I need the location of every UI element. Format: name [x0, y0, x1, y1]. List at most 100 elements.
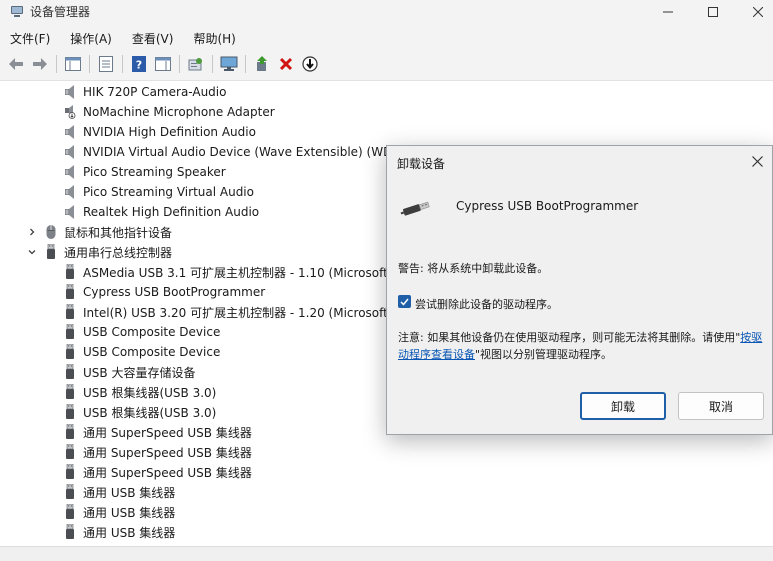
usb-icon [63, 264, 77, 280]
dialog-note: 注意: 如果其他设备仍在使用驱动程序，则可能无法将其删除。请使用"按驱动程序查看… [398, 329, 766, 363]
toolbar-separator [212, 55, 213, 73]
dialog-note-suffix: "视图以分别管理驱动程序。 [475, 348, 613, 361]
tree-item[interactable]: 通用 USB 集线器 [0, 522, 773, 542]
speaker-icon [63, 124, 77, 140]
menu-help[interactable]: 帮助(H) [183, 28, 245, 50]
tree-item-label: Pico Streaming Virtual Audio [83, 185, 254, 199]
view-monitor-button[interactable] [219, 54, 239, 74]
tree-item-label: Cypress USB BootProgrammer [83, 285, 266, 299]
toolbar-separator [56, 55, 57, 73]
forward-button[interactable] [30, 54, 50, 74]
tree-item[interactable]: 通用 USB 集线器 [0, 482, 773, 502]
usb-icon [63, 464, 77, 480]
usb-plug-icon [400, 196, 432, 220]
usb-icon [63, 384, 77, 400]
disable-device-icon [302, 56, 318, 72]
mouse-icon [44, 224, 58, 240]
tree-item-label: NoMachine Microphone Adapter [83, 105, 275, 119]
toolbar-separator [179, 55, 180, 73]
window-close-button[interactable] [735, 0, 773, 24]
tree-item-label: Pico Streaming Speaker [83, 165, 226, 179]
tree-item-label: 通用 USB 集线器 [83, 485, 176, 500]
monitor-icon [220, 56, 238, 71]
dialog-warning: 警告: 将从系统中卸载此设备。 [398, 262, 549, 275]
dialog-title: 卸载设备 [397, 157, 446, 171]
back-button[interactable] [6, 54, 26, 74]
uninstall-device-dialog: 卸载设备 Cypress USB BootProgrammer 警告: 将从系统… [386, 145, 773, 435]
uninstall-device-button[interactable] [276, 54, 296, 74]
device-manager-app-icon [10, 4, 24, 18]
update-driver-icon [257, 56, 267, 71]
minimize-icon [663, 11, 673, 13]
tree-item[interactable]: NVIDIA High Definition Audio [0, 122, 773, 142]
delete-driver-checkbox[interactable] [398, 295, 411, 308]
tree-item-label: 鼠标和其他指针设备 [64, 225, 173, 240]
toolbar-separator [122, 55, 123, 73]
tree-item-label: HIK 720P Camera-Audio [83, 85, 227, 99]
dialog-close-button[interactable] [746, 150, 768, 172]
show-hide-console-tree-button[interactable] [63, 54, 83, 74]
toolbar-separator [89, 55, 90, 73]
maximize-icon [708, 7, 718, 17]
usb-icon [63, 344, 77, 360]
tree-item-label: ASMedia USB 3.1 可扩展主机控制器 - 1.10 (Microso… [83, 265, 393, 280]
speaker-icon [63, 84, 77, 100]
help-icon: ? [132, 56, 146, 72]
tree-item-label: 通用 SuperSpeed USB 集线器 [83, 445, 252, 460]
update-driver-button[interactable] [252, 54, 272, 74]
cancel-button[interactable]: 取消 [678, 392, 764, 420]
menu-bar: 文件(F) 操作(A) 查看(V) 帮助(H) [0, 28, 246, 50]
toolbar: ? [0, 52, 773, 76]
usb-icon [63, 524, 77, 540]
speaker-icon [63, 204, 77, 220]
window-title: 设备管理器 [30, 5, 91, 19]
tree-item[interactable]: 通用 SuperSpeed USB 集线器 [0, 442, 773, 462]
arrow-left-icon [9, 58, 23, 70]
menu-action[interactable]: 操作(A) [60, 28, 122, 50]
tree-item[interactable]: 通用 USB 集线器 [0, 502, 773, 522]
menu-view[interactable]: 查看(V) [122, 28, 184, 50]
tree-item-label: USB Composite Device [83, 345, 221, 359]
scan-hardware-icon [188, 58, 202, 71]
usb-icon [63, 304, 77, 320]
tree-item-label: 通用 USB 集线器 [83, 525, 176, 540]
tree-item[interactable]: HIK 720P Camera-Audio [0, 82, 773, 102]
help-button[interactable]: ? [129, 54, 149, 74]
maximize-button[interactable] [690, 0, 736, 24]
tree-item-label: USB 根集线器(USB 3.0) [83, 385, 217, 400]
speaker-icon [63, 144, 77, 160]
dialog-note-prefix: 注意: 如果其他设备仍在使用驱动程序，则可能无法将其删除。请使用" [398, 331, 741, 344]
menu-file[interactable]: 文件(F) [0, 28, 60, 50]
speaker-download-icon [63, 104, 77, 120]
tree-item-label: 通用串行总线控制器 [64, 245, 173, 260]
tree-item-label: 通用 SuperSpeed USB 集线器 [83, 465, 252, 480]
tree-item[interactable]: NoMachine Microphone Adapter [0, 102, 773, 122]
tree-item[interactable]: 通用 SuperSpeed USB 集线器 [0, 462, 773, 482]
tree-item-label: USB 根集线器(USB 3.0) [83, 405, 217, 420]
chevron-down-icon[interactable] [26, 242, 38, 262]
usb-icon [63, 364, 77, 380]
close-icon [751, 155, 763, 167]
title-bar: 设备管理器 [0, 0, 773, 24]
disable-device-button[interactable] [300, 54, 320, 74]
console-tree-icon [65, 57, 81, 71]
scan-hardware-button[interactable] [186, 54, 206, 74]
usb-icon [63, 484, 77, 500]
tree-item-label: 通用 USB 集线器 [83, 505, 176, 520]
usb-icon [63, 444, 77, 460]
speaker-icon [63, 184, 77, 200]
minimize-button[interactable] [645, 0, 691, 24]
toolbar-separator [245, 55, 246, 73]
close-icon [753, 7, 763, 17]
usb-icon [63, 404, 77, 420]
properties-button[interactable] [96, 54, 116, 74]
show-action-pane-button[interactable] [153, 54, 173, 74]
uninstall-button[interactable]: 卸载 [580, 392, 666, 420]
speaker-icon [63, 164, 77, 180]
delete-driver-checkbox-label[interactable]: 尝试删除此设备的驱动程序。 [415, 296, 558, 312]
chevron-right-icon[interactable] [26, 222, 38, 242]
status-bar [0, 546, 773, 561]
tree-item-label: USB Composite Device [83, 325, 221, 339]
usb-icon [63, 504, 77, 520]
usb-icon [63, 424, 77, 440]
